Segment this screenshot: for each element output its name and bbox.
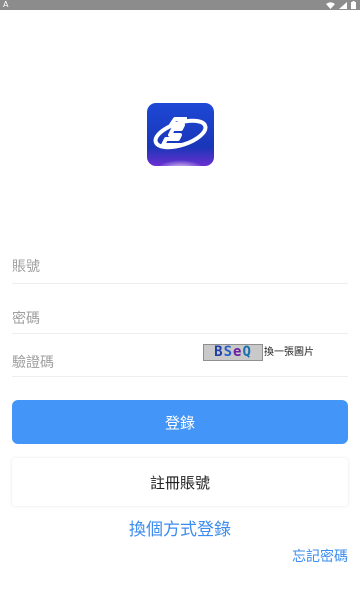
captcha-underline — [12, 376, 348, 377]
account-underline — [12, 283, 348, 284]
password-underline — [12, 333, 348, 334]
app-logo — [147, 103, 214, 166]
forgot-password-link[interactable]: 忘記密碼 — [292, 548, 348, 566]
switch-login-method-link[interactable]: 換個方式登錄 — [0, 519, 360, 541]
register-button[interactable]: 註冊賬號 — [12, 458, 348, 506]
account-input[interactable] — [12, 254, 348, 280]
battery-icon — [351, 1, 356, 9]
app-logo-icon — [147, 103, 214, 166]
password-input[interactable] — [12, 306, 348, 332]
status-bar-app-icon: A — [3, 0, 9, 9]
captcha-char: S — [223, 344, 233, 360]
status-bar-icons — [326, 1, 356, 9]
captcha-char: B — [214, 344, 224, 360]
login-button[interactable]: 登錄 — [12, 400, 348, 444]
captcha-input[interactable] — [12, 350, 198, 376]
captcha-char: Q — [242, 344, 252, 360]
captcha-refresh-link[interactable]: 換一張圖片 — [264, 346, 314, 359]
wifi-icon — [326, 1, 335, 9]
captcha-image[interactable]: BSeQ — [203, 344, 263, 361]
signal-icon — [339, 1, 347, 9]
status-bar: A — [0, 0, 360, 10]
